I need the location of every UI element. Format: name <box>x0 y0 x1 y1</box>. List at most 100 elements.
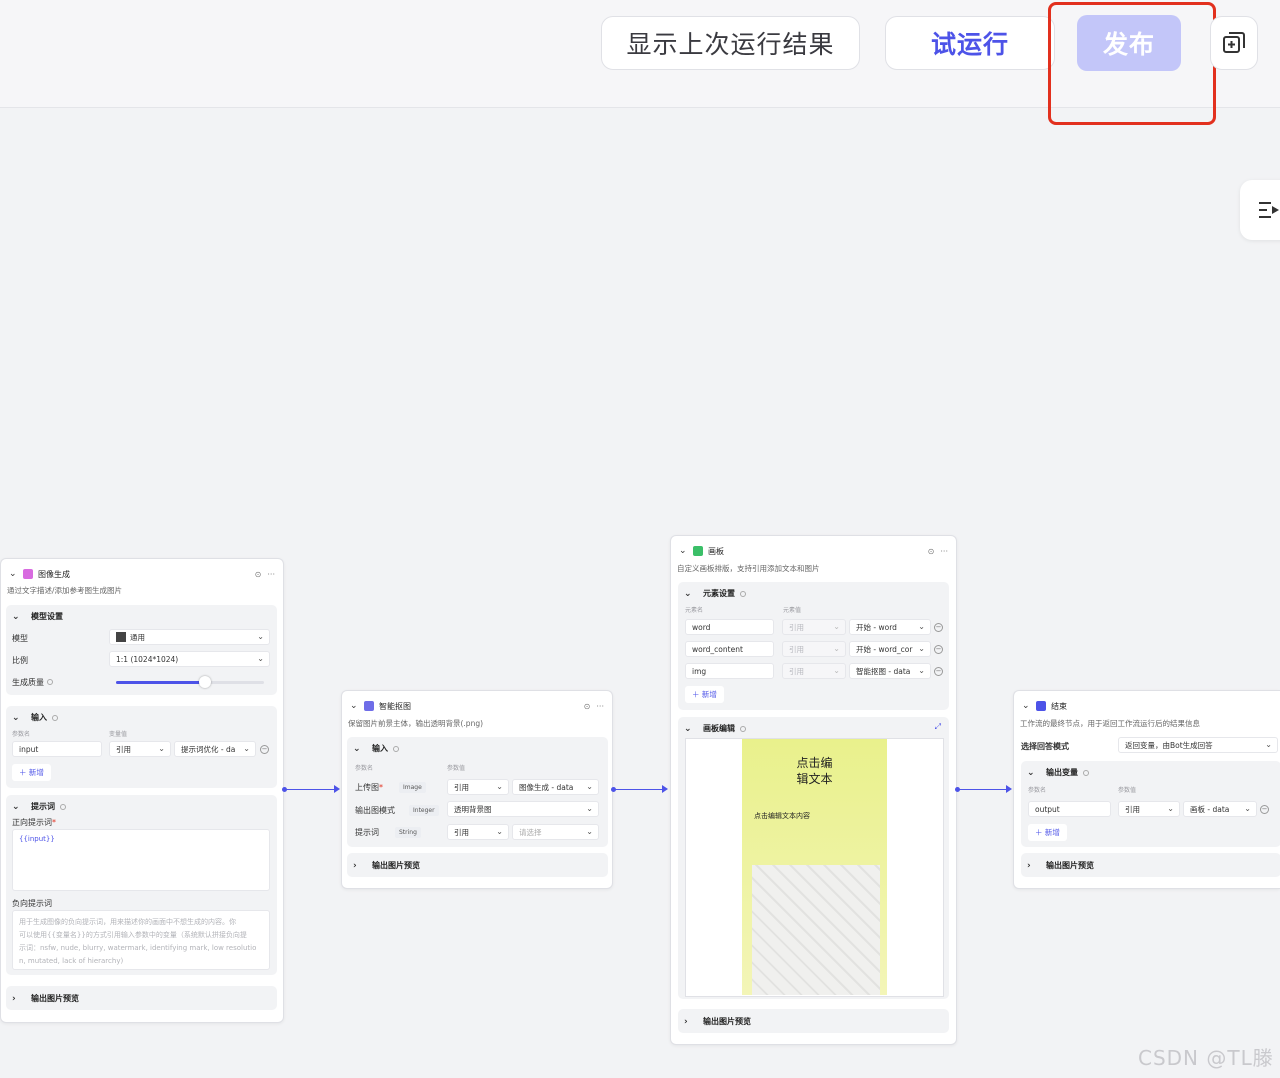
add-output-button[interactable]: ＋ 新增 <box>1028 824 1067 841</box>
chevron-down-icon[interactable]: ⌄ <box>350 701 358 711</box>
element-ref-select: 引用 ⌄ <box>782 663 846 679</box>
side-panel-toggle-icon[interactable] <box>1240 180 1280 240</box>
ratio-value: 1:1 (1024*1024) <box>116 654 179 664</box>
poster-image-placeholder[interactable] <box>752 865 880 995</box>
param-value-header: 参数值 <box>447 765 466 772</box>
chevron-down-icon: ⌄ <box>243 744 250 753</box>
ratio-select[interactable]: 1:1 (1024*1024) ⌄ <box>109 651 270 667</box>
remove-icon[interactable]: − <box>934 645 943 654</box>
smart-matting-node[interactable]: ⌄ 智能抠图 ⊙ ··· 保留图片前景主体，输出透明背景(.png) ⌄ 输入 参数… <box>341 690 613 889</box>
positive-prompt-input[interactable]: {{input}} <box>12 829 270 891</box>
type-tag: Integer <box>409 805 439 816</box>
canvas-node-icon <box>693 546 703 556</box>
chevron-down-icon[interactable]: ⌄ <box>684 724 692 734</box>
add-input-button[interactable]: ＋ 新增 <box>12 764 51 781</box>
chevron-down-icon[interactable]: ⌄ <box>12 802 20 812</box>
section-title: 输出图片预览 <box>703 1017 751 1026</box>
param-value-header: 变量值 <box>109 731 128 738</box>
output-mode-select[interactable]: 透明背景图 ⌄ <box>447 801 599 817</box>
chevron-down-icon[interactable]: ⌄ <box>684 589 692 599</box>
chevron-down-icon[interactable]: ⌄ <box>1027 768 1035 778</box>
chevron-down-icon[interactable]: ⌄ <box>12 713 20 723</box>
more-icon[interactable]: ··· <box>940 547 948 556</box>
output-name-field[interactable]: output <box>1028 801 1111 817</box>
model-settings-section: ⌄ 模型设置 模型 通用 ⌄ 比例 1:1 (1024*1024) ⌄ 生成质量 <box>6 605 277 695</box>
canvas-node[interactable]: ⌄ 画板 ⊙ ··· 自定义画板排版，支持引用添加文本和图片 ⌄ 元素设置 元素名 … <box>670 535 957 1045</box>
element-var-select[interactable]: 开始 - word ⌄ <box>849 619 931 635</box>
chevron-down-icon[interactable]: ⌄ <box>12 612 20 622</box>
chevron-down-icon: ⌄ <box>496 782 503 791</box>
more-icon[interactable]: ··· <box>596 702 604 711</box>
upload-ref-select[interactable]: 引用 ⌄ <box>447 779 509 795</box>
duplicate-icon[interactable] <box>1210 16 1258 70</box>
prompt-var-select[interactable]: 请选择 ⌄ <box>512 824 599 840</box>
node-description: 通过文字描述/添加参考图生成图片 <box>7 586 123 595</box>
more-icon[interactable]: ··· <box>267 570 275 579</box>
add-element-button[interactable]: ＋ 新增 <box>685 686 724 703</box>
input-name-field[interactable]: input <box>12 741 102 757</box>
var-value: 开始 - word_cor <box>856 644 913 654</box>
input-section: ⌄ 输入 参数名 变量值 input 引用 ⌄ 提示词优化 - da ⌄ − ＋ 新增 <box>6 706 277 788</box>
chevron-down-icon[interactable]: ⌄ <box>9 569 17 579</box>
run-node-icon[interactable]: ⊙ <box>255 570 262 579</box>
chevron-down-icon: ⌄ <box>158 744 165 753</box>
quality-slider[interactable] <box>116 676 264 688</box>
remove-icon[interactable]: − <box>934 623 943 632</box>
add-label: 新增 <box>1044 828 1060 837</box>
remove-icon[interactable]: − <box>1260 805 1269 814</box>
element-var-select[interactable]: 智能抠图 - data ⌄ <box>849 663 931 679</box>
var-value: 图像生成 - data <box>519 782 574 792</box>
canvas-preview[interactable]: 点击编 辑文本 点击编辑文本内容 <box>685 738 944 997</box>
param-value-header: 参数值 <box>1118 787 1137 794</box>
run-node-icon[interactable]: ⊙ <box>584 702 591 711</box>
positive-prompt-label: 正向提示词* <box>12 818 56 827</box>
element-name-field[interactable]: word <box>685 619 774 635</box>
row-label: 输出图模式 <box>355 806 395 815</box>
param-name-header: 参数名 <box>355 765 374 772</box>
section-title: 输入 <box>31 713 47 722</box>
run-node-icon[interactable]: ⊙ <box>928 547 935 556</box>
prompt-section: ⌄ 提示词 正向提示词* {{input}} 负向提示词 用于生成图像的负向提示词… <box>6 795 277 975</box>
element-name-field[interactable]: word_content <box>685 641 774 657</box>
output-ref-select[interactable]: 引用 ⌄ <box>1118 801 1180 817</box>
chevron-down-icon: ⌄ <box>257 632 264 641</box>
input-ref-select[interactable]: 引用 ⌄ <box>109 741 171 757</box>
output-preview-section[interactable]: › 输出图片预览 <box>678 1009 949 1033</box>
model-select[interactable]: 通用 ⌄ <box>109 629 270 645</box>
remove-icon[interactable]: − <box>934 667 943 676</box>
expand-icon[interactable]: ⤢ <box>935 722 941 732</box>
poster-canvas[interactable]: 点击编 辑文本 点击编辑文本内容 <box>742 739 887 995</box>
chevron-down-icon[interactable]: ⌄ <box>679 546 687 556</box>
show-last-result-button[interactable]: 显示上次运行结果 <box>601 16 860 70</box>
upload-var-select[interactable]: 图像生成 - data ⌄ <box>512 779 599 795</box>
ref-value: 引用 <box>454 827 469 837</box>
chevron-right-icon: › <box>684 1016 688 1027</box>
input-var-select[interactable]: 提示词优化 - da ⌄ <box>174 741 256 757</box>
watermark: CSDN @TL滕 <box>1138 1046 1274 1070</box>
chevron-down-icon[interactable]: ⌄ <box>353 744 361 754</box>
section-title: 输出图片预览 <box>372 861 420 870</box>
chevron-down-icon[interactable]: ⌄ <box>1022 701 1030 711</box>
chevron-down-icon: ⌄ <box>1167 804 1174 813</box>
element-name-field[interactable]: img <box>685 663 774 679</box>
positive-label-text: 正向提示词 <box>12 818 52 827</box>
prompt-ref-select[interactable]: 引用 ⌄ <box>447 824 509 840</box>
poster-subtext[interactable]: 点击编辑文本内容 <box>754 811 810 821</box>
image-generation-node[interactable]: ⌄ 图像生成 ⊙ ··· 通过文字描述/添加参考图生成图片 ⌄ 模型设置 模型 通用… <box>0 558 284 1023</box>
answer-mode-select[interactable]: 返回变量，由Bot生成回答 ⌄ <box>1118 737 1278 753</box>
test-run-button[interactable]: 试运行 <box>885 16 1055 70</box>
element-var-select[interactable]: 开始 - word_cor ⌄ <box>849 641 931 657</box>
output-preview-section[interactable]: › 输出图片预览 <box>6 986 277 1010</box>
poster-title[interactable]: 点击编 辑文本 <box>742 755 887 787</box>
element-name-header: 元素名 <box>685 607 704 614</box>
output-preview-section[interactable]: › 输出图片预览 <box>1021 853 1280 877</box>
chevron-right-icon: › <box>353 860 357 871</box>
remove-icon[interactable]: − <box>260 745 269 754</box>
element-ref-select: 引用 ⌄ <box>782 619 846 635</box>
output-var-select[interactable]: 画板 - data ⌄ <box>1183 801 1257 817</box>
slider-handle[interactable] <box>199 676 211 688</box>
publish-highlight-box <box>1048 2 1216 125</box>
output-preview-section[interactable]: › 输出图片预览 <box>347 853 608 877</box>
negative-prompt-input[interactable]: 用于生成图像的负向提示词，用来描述你的画面中不想生成的内容。你 可以使用{{变量… <box>12 910 270 970</box>
end-node[interactable]: ⌄ 结束 工作流的最终节点，用于返回工作流运行后的结果信息 选择回答模式 返回变… <box>1013 690 1280 889</box>
